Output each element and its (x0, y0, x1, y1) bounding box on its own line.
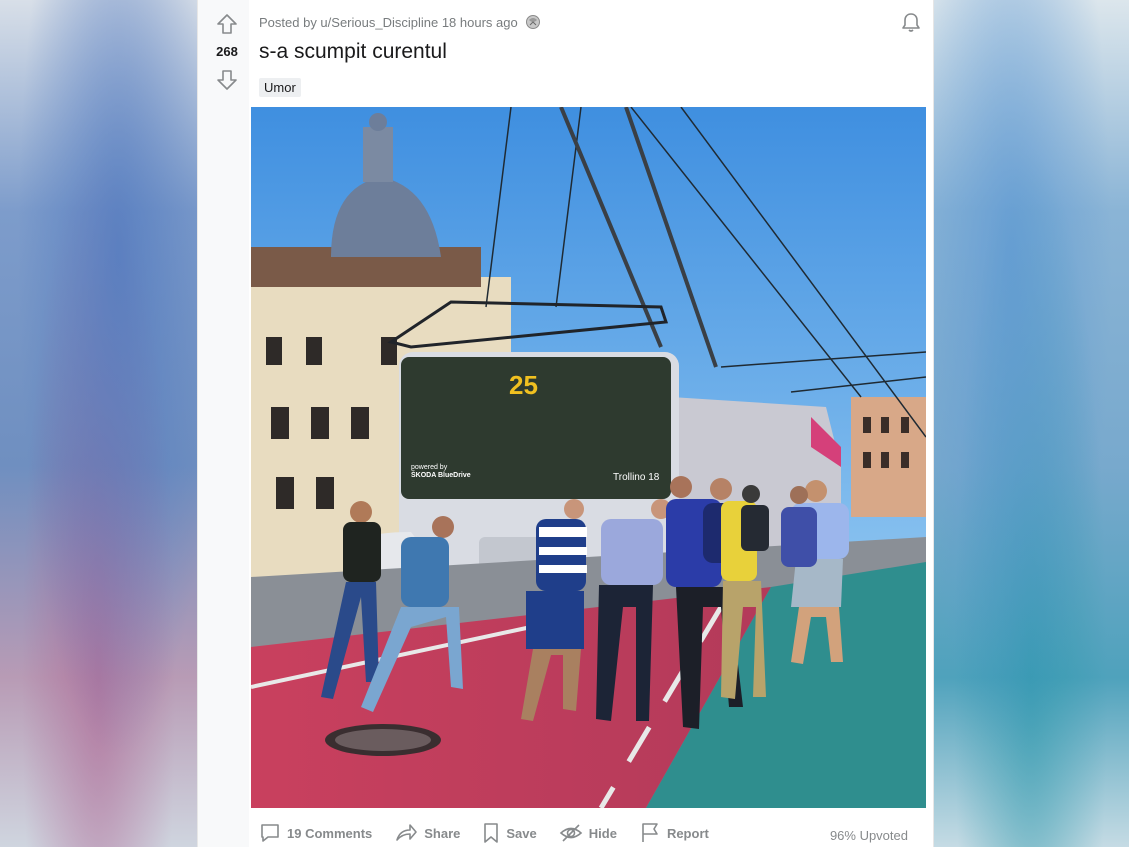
trolleybus-photo: 25 Trollino 18 powered by ŠKODA BlueDriv… (251, 107, 926, 808)
post-card[interactable]: 268 Posted by u/Serious_Discipline 18 ho… (197, 0, 934, 847)
save-label: Save (506, 825, 537, 841)
share-arrow-icon (396, 824, 418, 841)
vote-column: 268 (198, 0, 249, 847)
eye-slash-icon (559, 824, 582, 842)
downvote-button[interactable] (215, 68, 239, 92)
comments-button[interactable]: 19 Comments (259, 822, 372, 844)
bus-route-number: 25 (509, 370, 538, 400)
arrow-down-icon (217, 70, 237, 90)
post-meta: Posted by u/Serious_Discipline 18 hours … (259, 13, 542, 31)
post-image[interactable]: 25 Trollino 18 powered by ŠKODA BlueDriv… (251, 107, 926, 808)
share-button[interactable]: Share (394, 822, 460, 844)
comment-icon (261, 824, 279, 842)
upvote-button[interactable] (215, 12, 239, 36)
post-title[interactable]: s-a scumpit curentul (259, 40, 447, 64)
bus-brand-line2: ŠKODA BlueDrive (411, 470, 471, 479)
save-button[interactable]: Save (482, 822, 537, 844)
hide-label: Hide (588, 825, 617, 841)
background-blur-right (932, 0, 1129, 847)
report-button[interactable]: Report (639, 822, 709, 844)
bus-brand-line1: powered by (411, 464, 448, 471)
comments-label: 19 Comments (287, 825, 373, 841)
hide-button[interactable]: Hide (559, 822, 617, 844)
bell-icon[interactable] (899, 11, 923, 35)
bus-model-label: Trollino 18 (613, 472, 660, 483)
background-blur-left (0, 0, 197, 847)
posted-by-text[interactable]: Posted by u/Serious_Discipline 18 hours … (259, 15, 518, 30)
share-label: Share (424, 825, 461, 841)
upvote-ratio: 96% Upvoted (829, 828, 908, 843)
arrow-up-icon (217, 14, 237, 34)
vote-score: 268 (216, 44, 238, 59)
bookmark-icon (484, 823, 499, 843)
report-label: Report (666, 825, 709, 841)
post-flair[interactable]: Umor (259, 78, 301, 97)
award-icon[interactable] (524, 13, 542, 31)
flag-icon (642, 823, 658, 842)
